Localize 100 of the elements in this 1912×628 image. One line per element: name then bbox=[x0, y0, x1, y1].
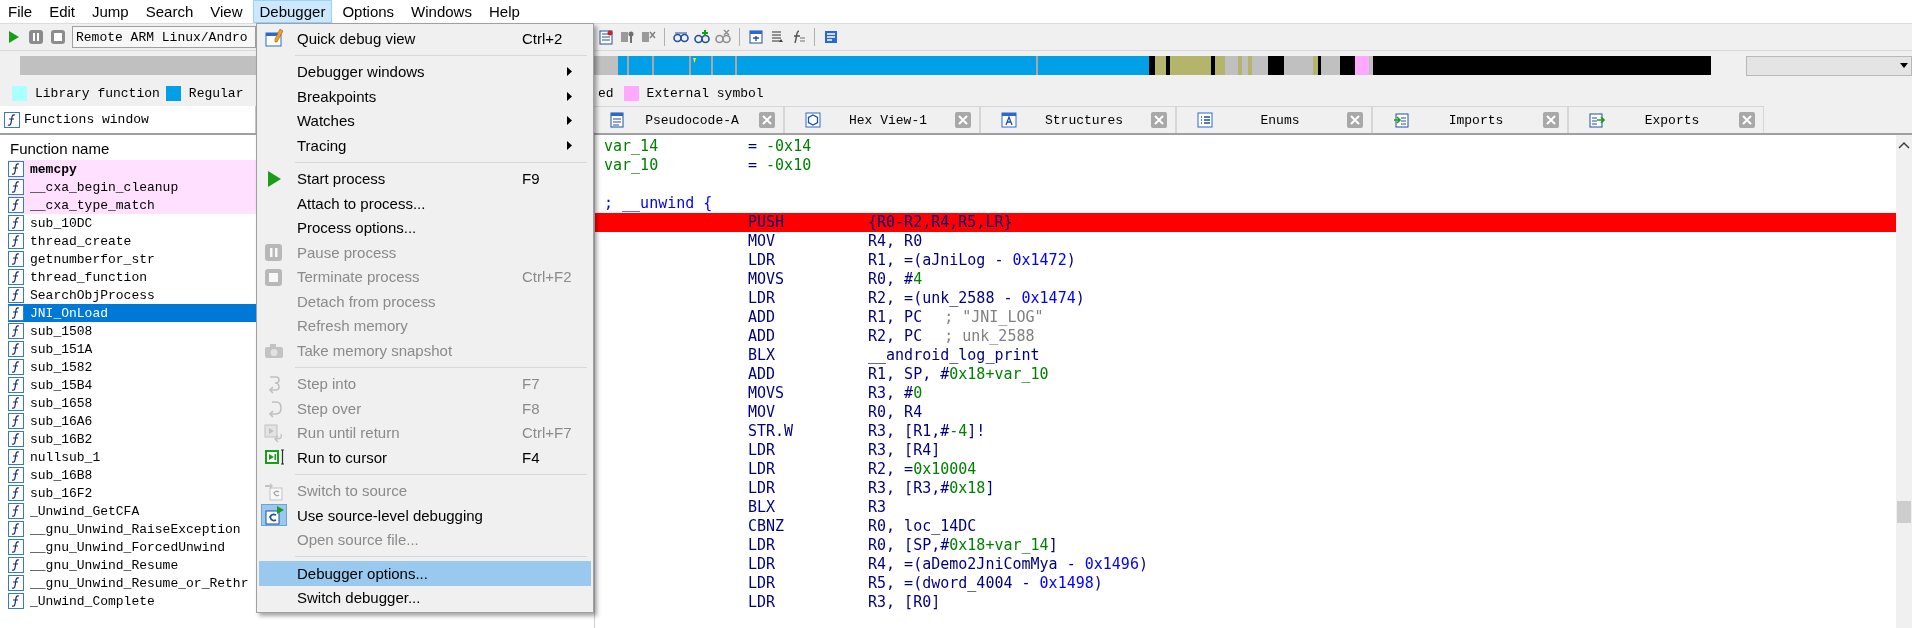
function-icon bbox=[8, 161, 24, 177]
mnemonic: ADD bbox=[748, 327, 777, 346]
close-tab-button[interactable] bbox=[1151, 112, 1167, 128]
tab[interactable]: Hex View-1 bbox=[784, 106, 980, 133]
menu-item[interactable]: Attach to process... bbox=[259, 191, 591, 216]
document-icon bbox=[609, 112, 625, 128]
code-comment: ; unk_2588 bbox=[944, 327, 1035, 346]
function-icon bbox=[4, 111, 20, 128]
menu-item[interactable]: Quick debug view Ctrl+2 bbox=[259, 26, 591, 51]
lines-icon[interactable] bbox=[769, 29, 785, 45]
menu-item[interactable]: Switch debugger... bbox=[259, 585, 591, 610]
function-list-item[interactable]: memcpy bbox=[8, 160, 256, 178]
run-to-cursor-icon bbox=[264, 447, 284, 468]
function-icon bbox=[8, 575, 24, 591]
legend-label: Regular bbox=[188, 85, 244, 101]
menu-bar-item[interactable]: Windows bbox=[404, 0, 479, 23]
close-tab-button[interactable] bbox=[1739, 112, 1755, 128]
operand-text: R1, SP, #0x18+var_10 bbox=[868, 365, 1049, 384]
mnemonic: LDR bbox=[748, 441, 777, 460]
close-tab-button[interactable] bbox=[759, 112, 775, 128]
list-icon[interactable] bbox=[598, 29, 614, 45]
tab-label: Hex View-1 bbox=[848, 112, 928, 128]
mnemonic: MOVS bbox=[748, 270, 786, 289]
close-tab-button[interactable] bbox=[1347, 112, 1363, 128]
function-icon bbox=[8, 197, 24, 213]
tab[interactable]: Structures bbox=[980, 106, 1176, 133]
menu-item[interactable]: Debugger options... bbox=[259, 561, 591, 586]
dropdown-arrow-icon bbox=[1900, 63, 1908, 68]
menu-item[interactable]: Watches bbox=[259, 108, 591, 133]
menu-item[interactable]: Tracing bbox=[259, 133, 591, 158]
menu-bar-item[interactable]: Debugger bbox=[252, 0, 333, 23]
function-icon bbox=[8, 485, 24, 501]
menu-bar-item[interactable]: Search bbox=[138, 0, 201, 23]
window-pencil-icon bbox=[264, 28, 284, 49]
glasses-plus-icon[interactable] bbox=[694, 29, 710, 45]
function-list-item[interactable]: __cxa_type_match bbox=[8, 196, 256, 214]
tab[interactable]: Exports bbox=[1568, 106, 1764, 133]
code-comment: ; __unwind { bbox=[604, 194, 714, 213]
shortcut-label: Ctrl+F2 bbox=[522, 268, 572, 286]
menu-bar-item[interactable]: Options bbox=[335, 0, 402, 23]
tab[interactable]: Enums bbox=[1176, 106, 1372, 133]
function-icon bbox=[8, 233, 24, 249]
menu-item[interactable]: Process options... bbox=[259, 215, 591, 240]
function-icon bbox=[8, 323, 24, 339]
menu-item[interactable]: Debugger windows bbox=[259, 59, 591, 84]
vertical-scrollbar[interactable] bbox=[1896, 135, 1912, 628]
function-icon bbox=[8, 557, 24, 573]
function-icon bbox=[8, 539, 24, 555]
menu-bar-item[interactable]: Help bbox=[481, 0, 527, 23]
function-icon bbox=[8, 503, 24, 519]
function-icon bbox=[8, 341, 24, 357]
menu-bar-item[interactable]: File bbox=[1, 0, 40, 23]
menu-bar-item[interactable]: View bbox=[203, 0, 250, 23]
glasses-icon[interactable] bbox=[673, 29, 689, 45]
pause-icon[interactable] bbox=[28, 29, 44, 45]
mnemonic: LDR bbox=[748, 593, 777, 612]
function-list-item[interactable]: __cxa_begin_cleanup bbox=[8, 178, 256, 196]
legend-label: ed bbox=[598, 85, 614, 101]
glasses-delete-icon[interactable] bbox=[715, 29, 731, 45]
menu-item[interactable]: Run to cursor F4 bbox=[259, 445, 591, 470]
function-icon bbox=[8, 287, 24, 303]
menu-bar-item[interactable]: Jump bbox=[85, 0, 136, 23]
operand-text: R3, [R0] bbox=[868, 593, 941, 612]
mnemonic: BLX bbox=[748, 498, 777, 517]
submenu-arrow-icon bbox=[567, 67, 572, 77]
scrollbar-thumb[interactable] bbox=[1897, 501, 1911, 523]
function-icon bbox=[8, 467, 24, 483]
delete-icon[interactable] bbox=[640, 29, 656, 45]
menu-item[interactable]: Start process F9 bbox=[259, 166, 591, 191]
menu-bar-item[interactable]: Edit bbox=[42, 0, 83, 23]
menu-item[interactable]: Use source-level debugging bbox=[259, 503, 591, 528]
debugger-select[interactable]: Remote ARM Linux/Andro bbox=[72, 26, 256, 48]
close-tab-button[interactable] bbox=[955, 112, 971, 128]
legend-label: External symbol bbox=[646, 85, 764, 101]
menu-item[interactable]: Breakpoints bbox=[259, 84, 591, 109]
close-tab-button[interactable] bbox=[1543, 112, 1559, 128]
operand-text: R0, loc_14DC bbox=[868, 517, 977, 536]
operand-text: {R0-R2,R4,R5,LR} bbox=[868, 213, 1013, 232]
submenu-arrow-icon bbox=[567, 116, 572, 126]
structure-icon bbox=[1001, 112, 1017, 128]
mnemonic: LDR bbox=[748, 536, 777, 555]
mnemonic: ADD bbox=[748, 365, 777, 384]
operand-text: R1, =(aJniLog - 0x1472) bbox=[868, 251, 1076, 270]
function-list-item[interactable]: JNI_OnLoad bbox=[8, 304, 256, 322]
mnemonic: LDR bbox=[748, 460, 777, 479]
operand-text: = -0x10 bbox=[748, 156, 813, 175]
mnemonic: BLX bbox=[748, 346, 777, 365]
function-icon bbox=[8, 179, 24, 195]
stop-icon[interactable] bbox=[50, 29, 66, 45]
function-icon bbox=[8, 449, 24, 465]
pin-icon[interactable] bbox=[619, 29, 635, 45]
tab[interactable]: Imports bbox=[1372, 106, 1568, 133]
mnemonic: PUSH bbox=[748, 213, 786, 232]
tab-label: Imports bbox=[1447, 112, 1505, 128]
shortcut-label: F9 bbox=[522, 170, 541, 188]
segment-dropdown[interactable] bbox=[1746, 55, 1912, 76]
column-header[interactable]: Function name bbox=[0, 135, 256, 160]
mnemonic: STR.W bbox=[748, 422, 795, 441]
mnemonic: CBNZ bbox=[748, 517, 786, 536]
operand-text: R3, [R1,#-4]! bbox=[868, 422, 986, 441]
